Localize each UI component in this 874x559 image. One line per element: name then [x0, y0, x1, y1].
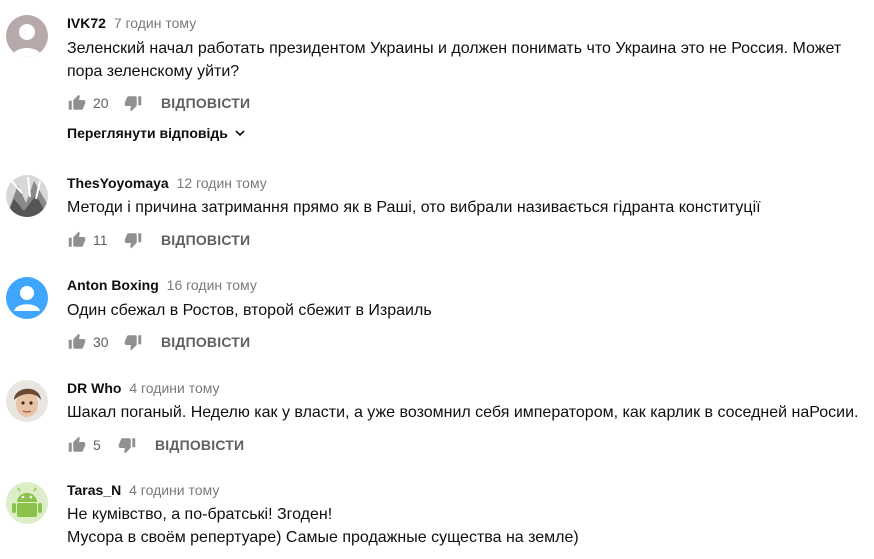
comment-actions: 5 ВІДПОВІСТИ: [67, 435, 244, 455]
dislike-icon[interactable]: [123, 230, 143, 250]
like-count: 30: [93, 334, 109, 350]
comment-header: DR Who 4 години тому: [67, 379, 220, 397]
face-photo-avatar: [6, 380, 48, 422]
comment-line: Шакал поганый. Неделю как у власти, а уж…: [67, 404, 859, 421]
view-replies-button[interactable]: Переглянути відповідь: [67, 125, 246, 141]
comment-actions: 11 ВІДПОВІСТИ: [67, 230, 250, 250]
comment-header: Taras_N 4 години тому: [67, 481, 219, 499]
comment-actions: 30 ВІДПОВІСТИ: [67, 332, 250, 352]
timestamp[interactable]: 12 годин тому: [177, 175, 267, 191]
comment-text: Зеленский начал работать президентом Укр…: [67, 37, 867, 83]
default-avatar-icon: [6, 15, 48, 57]
comment-text: Не кумівство, а по-братські! Згоден! Мус…: [67, 503, 867, 549]
like-icon[interactable]: [67, 93, 87, 113]
like-icon[interactable]: [67, 435, 87, 455]
like-icon[interactable]: [67, 230, 87, 250]
comment-line: Один сбежал в Ростов, второй сбежит в Из…: [67, 302, 432, 319]
timestamp[interactable]: 7 годин тому: [114, 15, 196, 31]
reply-button[interactable]: ВІДПОВІСТИ: [161, 232, 250, 248]
comment-text: Методи і причина затримання прямо як в Р…: [67, 196, 867, 219]
photo-avatar: [6, 175, 48, 217]
avatar[interactable]: [6, 175, 48, 217]
dislike-icon[interactable]: [117, 435, 137, 455]
like-count: 11: [93, 232, 108, 248]
timestamp[interactable]: 16 годин тому: [167, 277, 257, 293]
timestamp[interactable]: 4 години тому: [129, 380, 219, 396]
person-icon: [6, 277, 48, 319]
comment-header: ThesYoyomaya 12 годин тому: [67, 174, 267, 192]
avatar[interactable]: [6, 380, 48, 422]
chevron-down-icon: [235, 130, 245, 137]
comment-text: Шакал поганый. Неделю как у власти, а уж…: [67, 401, 867, 424]
like-count: 5: [93, 437, 101, 453]
android-icon: [6, 482, 48, 524]
like-count: 20: [93, 95, 109, 111]
dislike-icon[interactable]: [123, 332, 143, 352]
avatar[interactable]: [6, 277, 48, 319]
comment-header: Anton Boxing 16 годин тому: [67, 276, 257, 294]
comment-line: Не кумівство, а по-братські! Згоден!: [67, 506, 333, 523]
reply-button[interactable]: ВІДПОВІСТИ: [161, 334, 250, 350]
comment-line: Мусора в своём репертуаре) Самые продажн…: [67, 529, 579, 546]
author-name[interactable]: IVK72: [67, 15, 106, 31]
dislike-icon[interactable]: [123, 93, 143, 113]
like-icon[interactable]: [67, 332, 87, 352]
author-name[interactable]: ThesYoyomaya: [67, 175, 169, 191]
view-replies-label: Переглянути відповідь: [67, 125, 228, 141]
avatar[interactable]: [6, 15, 48, 57]
comment-text: Один сбежал в Ростов, второй сбежит в Из…: [67, 299, 867, 322]
comment-line: Зеленский начал работать президентом Укр…: [67, 40, 842, 80]
timestamp[interactable]: 4 години тому: [129, 482, 219, 498]
comment-actions: 20 ВІДПОВІСТИ: [67, 93, 250, 113]
comment-header: IVK72 7 годин тому: [67, 14, 196, 32]
comment-line: Методи і причина затримання прямо як в Р…: [67, 199, 761, 216]
author-name[interactable]: Anton Boxing: [67, 277, 159, 293]
author-name[interactable]: DR Who: [67, 380, 121, 396]
avatar[interactable]: [6, 482, 48, 524]
reply-button[interactable]: ВІДПОВІСТИ: [161, 95, 250, 111]
author-name[interactable]: Taras_N: [67, 482, 121, 498]
reply-button[interactable]: ВІДПОВІСТИ: [155, 437, 244, 453]
